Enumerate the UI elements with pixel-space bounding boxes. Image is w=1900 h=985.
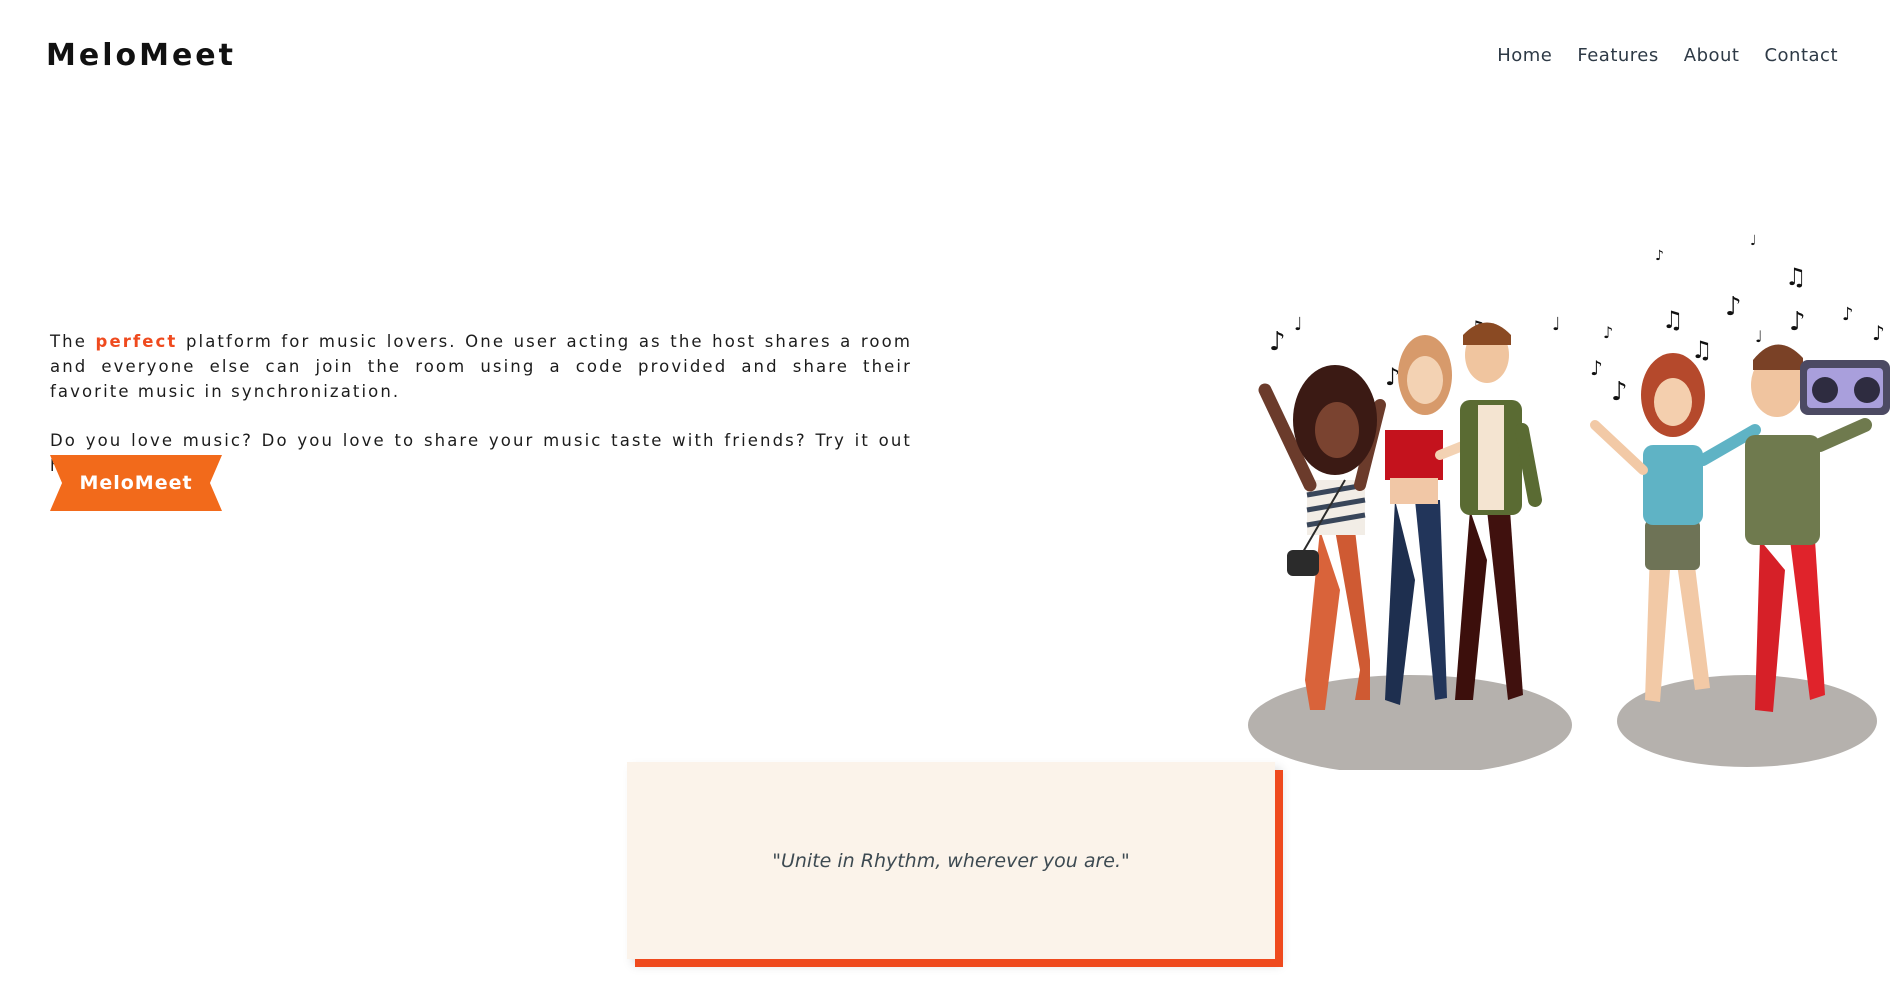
dancer-2 [1385,335,1501,705]
hero-paragraph-intro: The perfect platform for music lovers. O… [50,329,912,404]
dancer-5 [1745,344,1890,712]
tagline-quote: "Unite in Rhythm, wherever you are." [772,849,1130,872]
svg-text:♩: ♩ [1755,327,1763,346]
svg-text:♪: ♪ [1725,292,1742,322]
svg-text:♫: ♫ [1691,336,1713,364]
highlight-word: perfect [95,332,178,351]
dancer-3 [1455,322,1542,700]
svg-text:♩: ♩ [1294,314,1303,335]
nav-home[interactable]: Home [1497,45,1552,66]
svg-text:♪: ♪ [1590,356,1603,380]
nav-contact[interactable]: Contact [1764,45,1838,66]
svg-text:♪: ♪ [1872,321,1885,345]
dancer-1 [1258,365,1386,710]
svg-text:♫: ♫ [1785,263,1807,291]
cta-label: MeloMeet [79,472,193,494]
nav-about[interactable]: About [1684,45,1740,66]
tagline-card: "Unite in Rhythm, wherever you are." [627,762,1275,959]
svg-text:♪: ♪ [1789,307,1806,337]
main-nav: Home Features About Contact [1472,45,1838,66]
svg-text:♫: ♫ [1662,306,1684,334]
svg-text:♪: ♪ [1385,363,1400,391]
svg-text:♪: ♪ [1603,323,1613,342]
site-logo[interactable]: MeloMeet [46,38,236,73]
svg-text:♪: ♪ [1611,377,1628,407]
melomeet-cta-button[interactable]: MeloMeet [50,455,222,511]
landing-page: MeloMeet Home Features About Contact The… [0,0,1900,985]
svg-text:♩: ♩ [1552,314,1561,335]
intro-text-end: platform for music lovers. One user acti… [50,332,912,401]
svg-text:♪: ♪ [1269,327,1286,357]
intro-text-start: The [50,332,96,351]
svg-text:♪: ♪ [1655,248,1664,264]
nav-features[interactable]: Features [1577,45,1658,66]
svg-text:♪: ♪ [1842,304,1854,325]
friends-dancing-music-illustration: ♪ ♩ ♪ ♫ ♩ ♪ ♪ ♪ ♫ ♫ ♪ ♩ ♪ ♫ ♪ ♩ ♪ ♪ [1248,233,1890,770]
svg-text:♩: ♩ [1750,233,1757,249]
